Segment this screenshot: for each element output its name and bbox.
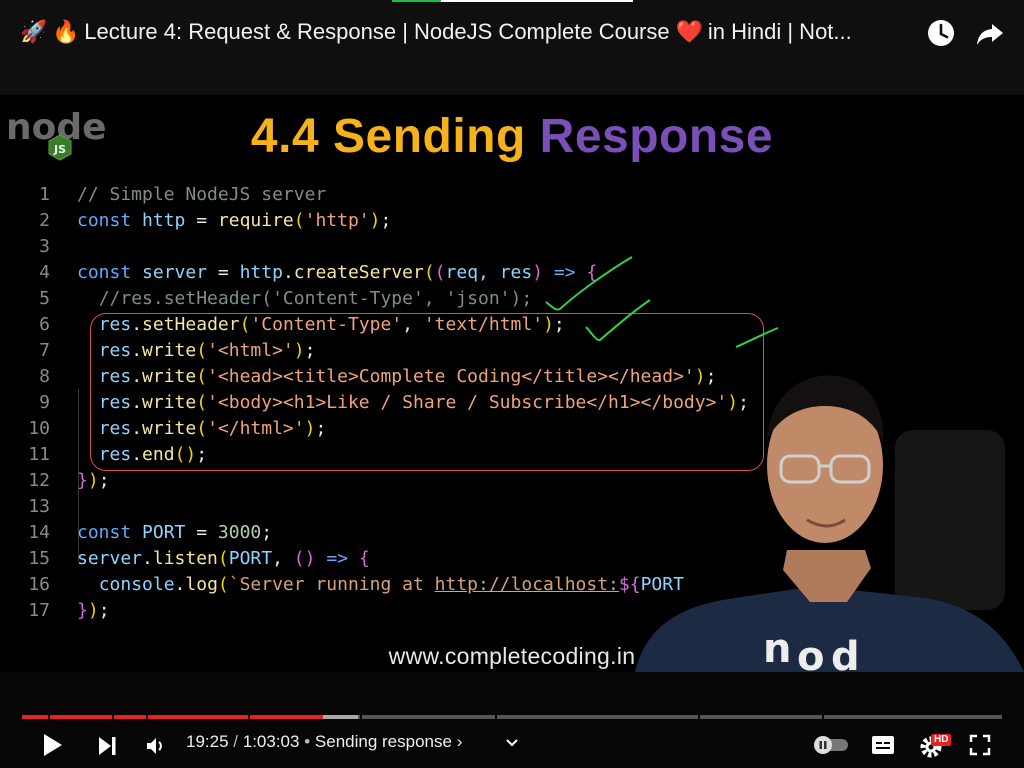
keyword: const: [77, 210, 132, 231]
title-text-end: in Hindi | Not...: [707, 19, 852, 44]
video-top-bar: 🚀 🔥 Lecture 4: Request & Response | Node…: [0, 0, 1024, 95]
line-number: 11: [28, 444, 50, 465]
line-number: 7: [39, 340, 50, 361]
line-number: 13: [28, 496, 50, 517]
line-number: 17: [28, 600, 50, 621]
line-number: 5: [39, 288, 50, 309]
operator: =: [207, 262, 240, 283]
current-time: 19:25: [186, 732, 229, 751]
line-number: 14: [28, 522, 50, 543]
volume-icon[interactable]: [144, 734, 168, 758]
hd-badge: HD: [931, 734, 952, 746]
function-name: createServer: [293, 262, 424, 283]
share-arrow-icon[interactable]: [973, 16, 1007, 50]
duration: 1:03:03: [242, 732, 300, 751]
chapter-chevron[interactable]: ›: [457, 732, 463, 751]
skip-next-icon[interactable]: [94, 733, 120, 759]
slide-title: 4.4 Sending Response: [0, 109, 1024, 164]
variable: http: [142, 210, 186, 231]
chapter-title[interactable]: Sending response: [315, 732, 452, 751]
string: 'http': [304, 210, 370, 231]
keyword: const: [77, 262, 132, 283]
slide-title-part2: Response: [539, 110, 774, 163]
chapter-marker: [146, 715, 148, 719]
bullet: •: [304, 732, 311, 751]
chapter-marker: [248, 715, 250, 719]
line-number: 3: [39, 236, 50, 257]
progress-bar[interactable]: [22, 715, 1002, 719]
slide-title-part1: 4.4 Sending: [250, 110, 526, 163]
progress-played: [22, 715, 323, 719]
video-title[interactable]: 🚀 🔥 Lecture 4: Request & Response | Node…: [20, 14, 920, 50]
player-controls: 19:25 / 1:03:03 • Sending response › HD: [0, 672, 1024, 768]
line-number: 1: [39, 184, 50, 205]
rocket-emoji: 🚀: [20, 19, 48, 44]
function-name: log: [185, 574, 218, 595]
params: req, res: [445, 262, 533, 283]
time-display: 19:25 / 1:03:03 • Sending response ›: [186, 730, 462, 754]
chapter-marker: [698, 715, 700, 719]
variable: PORT: [142, 522, 186, 543]
play-icon[interactable]: [38, 731, 66, 759]
presenter-webcam: n o d: [635, 375, 1024, 672]
keyword: const: [77, 522, 132, 543]
fire-emoji: 🔥: [52, 19, 80, 44]
line-number: 6: [39, 314, 50, 335]
variable: server: [142, 262, 208, 283]
line-number: 12: [28, 470, 50, 491]
chapter-marker: [822, 715, 824, 719]
code-comment: //res.setHeader('Content-Type', 'json');: [98, 288, 533, 309]
line-number: 15: [28, 548, 50, 569]
line-number: 2: [39, 210, 50, 231]
loading-indicator: [392, 0, 633, 2]
line-number: 4: [39, 262, 50, 283]
heart-emoji: ❤️: [675, 19, 704, 44]
chapter-marker: [48, 715, 50, 719]
object: server: [77, 548, 143, 569]
time-separator: /: [233, 732, 239, 751]
clock-icon[interactable]: [924, 16, 958, 50]
line-number: 8: [39, 366, 50, 387]
line-number: 9: [39, 392, 50, 413]
code-comment: // Simple NodeJS server: [77, 184, 327, 205]
chapter-marker: [495, 715, 497, 719]
video-player-frame[interactable]: node JS 4.4 Sending Response 1// Simple …: [0, 95, 1024, 672]
template-string: `Server running at: [228, 574, 435, 595]
fullscreen-icon[interactable]: [968, 733, 992, 757]
title-text-main: Lecture 4: Request & Response | NodeJS C…: [84, 19, 670, 44]
operator: =: [185, 210, 218, 231]
object: http: [239, 262, 283, 283]
number: 3000: [217, 522, 262, 543]
captions-icon[interactable]: [870, 733, 896, 757]
line-number: 10: [28, 418, 50, 439]
function-name: listen: [152, 548, 218, 569]
url-text: http://localhost:: [434, 574, 619, 595]
variable: PORT: [228, 548, 273, 569]
arrow: =>: [553, 262, 576, 283]
object: console: [98, 574, 175, 595]
chapter-marker: [360, 715, 362, 719]
chevron-down-icon[interactable]: [503, 734, 521, 752]
chapter-marker: [112, 715, 114, 719]
function-name: require: [217, 210, 294, 231]
line-number: 16: [28, 574, 50, 595]
website-url: www.completecoding.in: [388, 643, 636, 669]
autoplay-toggle-icon[interactable]: [812, 734, 850, 756]
